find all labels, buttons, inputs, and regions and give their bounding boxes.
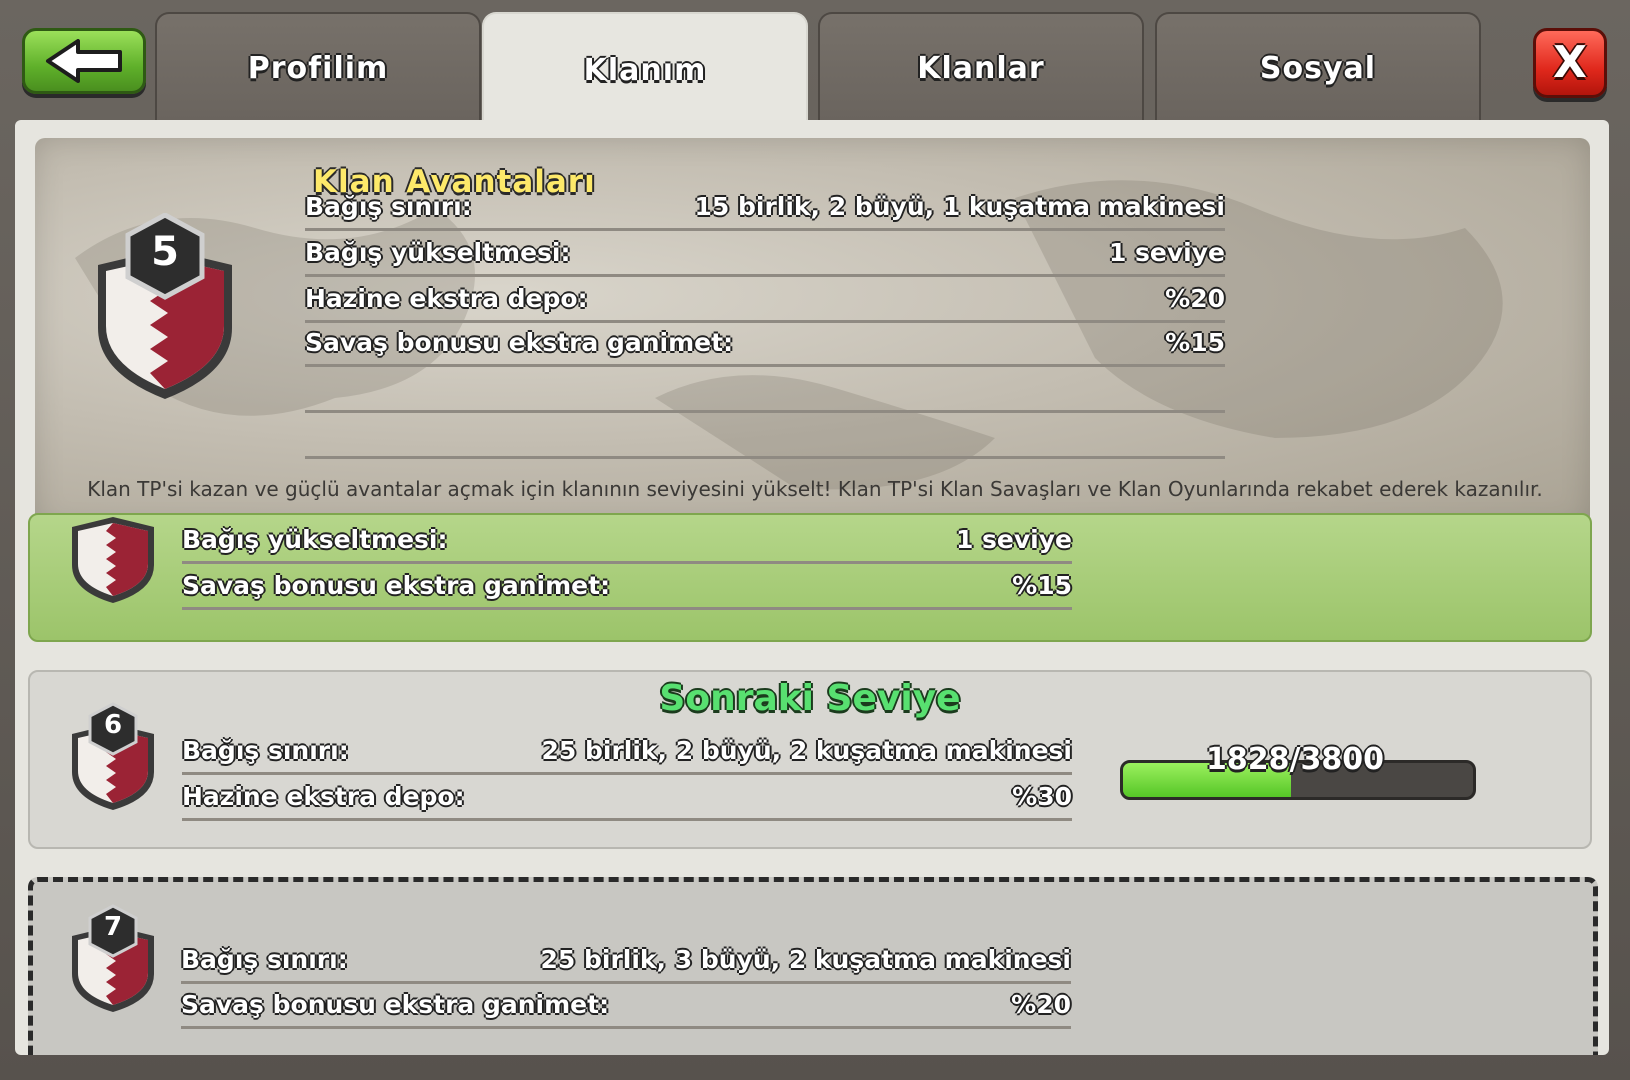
perk-value: %20 [1165,283,1225,313]
perk-row: Hazine ekstra depo: %20 [305,276,1225,323]
level-value: 25 birlik, 2 büyü, 2 kuşatma makinesi [541,735,1072,765]
tab-label: Sosyal [1259,50,1377,86]
level-row: Bağış sınırı: 25 birlik, 2 büyü, 2 kuşat… [182,728,1072,775]
level-row: Bağış sınırı: 25 birlik, 3 büyü, 2 kuşat… [181,937,1071,984]
level-number: 5 [151,229,179,275]
level-number: 6 [103,710,123,740]
perk-value: 15 birlik, 2 büyü, 1 kuşatma makinesi [694,191,1225,221]
clan-badge-level-5: 5 [90,212,240,407]
perk-row: Bağış yükseltmesi: 1 seviye [305,230,1225,277]
perk-label: Bağış yükseltmesi: [305,237,571,267]
level-value: %15 [1012,570,1072,600]
level-label: Bağış sınırı: [181,944,348,974]
level-label: Bağış sınırı: [182,735,349,765]
level-label: Hazine ekstra depo: [182,781,465,811]
level-value: 25 birlik, 3 büyü, 2 kuşatma makinesi [540,944,1071,974]
perk-value: %15 [1165,327,1225,357]
clan-perks-box: 5 Klan Avantaları Bağış sınırı: 15 birli… [35,138,1590,530]
level-row: Savaş bonusu ekstra ganimet: %15 [182,563,1072,610]
tab-sosyal[interactable]: Sosyal [1155,12,1481,122]
tab-label: Klanım [583,52,707,88]
back-arrow-icon [46,39,122,83]
level-label: Savaş bonusu ekstra ganimet: [181,989,610,1019]
clan-badge-level-6: 6 [68,702,158,816]
level-label: Bağış yükseltmesi: [182,524,448,554]
locked-level-card: 7 Bağış sınırı: 25 birlik, 3 büyü, 2 kuş… [28,877,1598,1055]
tab-profilim[interactable]: Profilim [155,12,481,122]
perk-label: Hazine ekstra depo: [305,283,588,313]
level-row: Savaş bonusu ekstra ganimet: %20 [181,982,1071,1029]
progress-text: 1828/3800 [1206,742,1384,777]
next-level-title: Sonraki Seviye [659,678,961,719]
level-number: 7 [103,912,123,942]
perk-row: Savaş bonusu ekstra ganimet: %15 [305,320,1225,367]
perks-description: Klan TP'si kazan ve güçlü avantalar açma… [87,477,1543,501]
level-value: %20 [1011,989,1071,1019]
back-button[interactable] [22,28,146,94]
clan-shield-icon [72,517,154,603]
close-icon: X [1553,37,1587,88]
tab-label: Profilim [247,50,389,86]
perk-row-empty [305,366,1225,413]
level-value: %30 [1012,781,1072,811]
level-value: 1 seviye [955,524,1072,554]
clan-badge-level-5 [68,505,158,609]
perk-value: 1 seviye [1108,237,1225,267]
tab-klanlar[interactable]: Klanlar [818,12,1144,122]
tab-klanim[interactable]: Klanım [482,12,808,126]
level-row: Hazine ekstra depo: %30 [182,774,1072,821]
close-button[interactable]: X [1533,28,1607,98]
level-label: Savaş bonusu ekstra ganimet: [182,570,611,600]
tab-label: Klanlar [917,50,1045,86]
clan-badge-level-7: 7 [68,904,158,1018]
game-window: Profilim Klanım Klanlar Sosyal X 5 Klan … [0,0,1630,1080]
level-row: Bağış yükseltmesi: 1 seviye [182,517,1072,564]
clan-panel: 5 Klan Avantaları Bağış sınırı: 15 birli… [15,120,1609,1055]
perk-label: Bağış sınırı: [305,191,472,221]
perk-row-empty [305,412,1225,459]
perk-label: Savaş bonusu ekstra ganimet: [305,327,734,357]
next-level-card: Sonraki Seviye 6 Bağış sınırı: 25 birlik… [28,670,1592,849]
current-level-card: Bağış yükseltmesi: 1 seviye Savaş bonusu… [28,513,1592,642]
perk-row: Bağış sınırı: 15 birlik, 2 büyü, 1 kuşat… [305,184,1225,231]
